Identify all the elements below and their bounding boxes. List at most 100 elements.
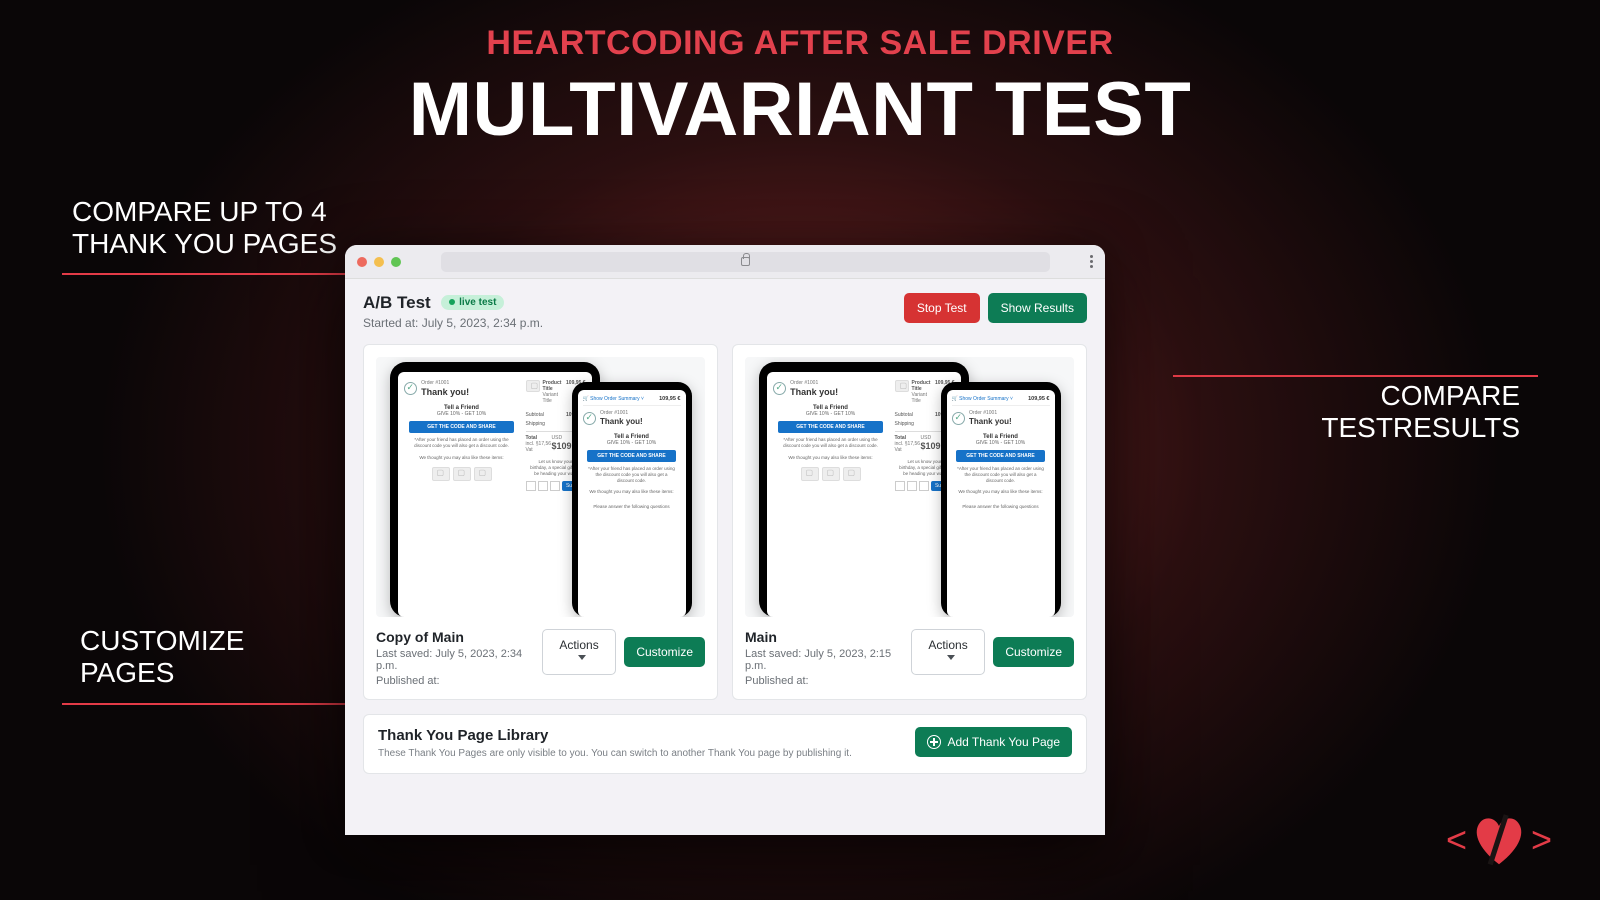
thank-you-heading: Thank you! bbox=[969, 417, 1012, 426]
ab-test-header: A/B Test live test Started at: July 5, 2… bbox=[363, 293, 1087, 330]
tablet-mock: Order #1001 Thank you! Tell a Friend GIV… bbox=[390, 362, 600, 617]
disclaimer-text: *After your friend has placed an order u… bbox=[952, 466, 1050, 484]
shipping-label: Shipping bbox=[526, 421, 545, 427]
show-results-button[interactable]: Show Results bbox=[988, 293, 1087, 323]
variant-footer: Main Last saved: July 5, 2023, 2:15 p.m.… bbox=[745, 629, 1074, 687]
variant-name: Main bbox=[745, 629, 911, 645]
upsell-thumbs bbox=[773, 467, 889, 481]
get-code-button[interactable]: GET THE CODE AND SHARE bbox=[956, 450, 1044, 462]
image-icon bbox=[526, 380, 540, 392]
vat-text: incl. §17,56 Vat bbox=[526, 441, 552, 453]
get-code-button[interactable]: GET THE CODE AND SHARE bbox=[778, 421, 882, 433]
check-icon bbox=[583, 412, 596, 425]
upsell-heading: We thought you may also like these items… bbox=[952, 489, 1050, 495]
tell-friend-sub: GIVE 10% - GET 10% bbox=[773, 411, 889, 417]
variant-card: Order #1001 Thank you! Tell a Friend GIV… bbox=[732, 344, 1087, 700]
variant-published: Published at: bbox=[745, 675, 911, 687]
chevron-down-icon bbox=[578, 655, 586, 664]
variant-name: Copy of Main bbox=[376, 629, 542, 645]
summary-price: 109,95 € bbox=[659, 396, 680, 402]
product-title: Product Title bbox=[543, 380, 562, 392]
date-field[interactable] bbox=[907, 481, 917, 491]
minimize-icon[interactable] bbox=[374, 257, 384, 267]
subtotal-label: Subtotal bbox=[895, 412, 913, 418]
date-field[interactable] bbox=[526, 481, 536, 491]
phone-mock: 🛒 Show Order Summary ˅ 109,95 € Order #10… bbox=[572, 382, 692, 617]
library-title: Thank You Page Library bbox=[378, 727, 852, 744]
add-thank-you-page-button[interactable]: Add Thank You Page bbox=[915, 727, 1072, 757]
actions-dropdown[interactable]: Actions bbox=[911, 629, 986, 675]
tell-friend-sub: GIVE 10% - GET 10% bbox=[404, 411, 520, 417]
chevron-down-icon bbox=[947, 655, 955, 664]
callout-customize-pages: CUSTOMIZEPAGES bbox=[80, 625, 244, 689]
get-code-button[interactable]: GET THE CODE AND SHARE bbox=[587, 450, 675, 462]
variant-saved: Last saved: July 5, 2023, 2:15 p.m. bbox=[745, 648, 911, 672]
page-library-section: Thank You Page Library These Thank You P… bbox=[363, 714, 1087, 774]
callout-line bbox=[62, 273, 367, 275]
device-preview: Order #1001 Thank you! Tell a Friend GIV… bbox=[376, 357, 705, 617]
angle-bracket-icon: > bbox=[1531, 819, 1552, 861]
upsell-thumbs bbox=[404, 467, 520, 481]
customize-button[interactable]: Customize bbox=[624, 637, 705, 667]
browser-window: A/B Test live test Started at: July 5, 2… bbox=[345, 245, 1105, 835]
check-icon bbox=[404, 382, 417, 395]
heartcoding-logo: < > bbox=[1446, 814, 1552, 866]
actions-dropdown[interactable]: Actions bbox=[542, 629, 617, 675]
date-field[interactable] bbox=[550, 481, 560, 491]
kebab-menu-icon[interactable] bbox=[1090, 255, 1093, 268]
angle-bracket-icon: < bbox=[1446, 819, 1467, 861]
upsell-heading: We thought you may also like these items… bbox=[404, 455, 520, 461]
subtotal-label: Subtotal bbox=[526, 412, 544, 418]
image-icon bbox=[895, 380, 909, 392]
disclaimer-text: *After your friend has placed an order u… bbox=[404, 437, 520, 449]
survey-heading: Please answer the following questions bbox=[952, 504, 1050, 510]
upsell-heading: We thought you may also like these items… bbox=[583, 489, 681, 495]
close-icon[interactable] bbox=[357, 257, 367, 267]
disclaimer-text: *After your friend has placed an order u… bbox=[583, 466, 681, 484]
date-field[interactable] bbox=[919, 481, 929, 491]
cart-icon[interactable]: 🛒 Show Order Summary ˅ bbox=[583, 396, 644, 402]
variant-title: Variant Title bbox=[912, 392, 933, 404]
stop-test-button[interactable]: Stop Test bbox=[904, 293, 980, 323]
variants-grid: Order #1001 Thank you! Tell a Friend GIV… bbox=[363, 344, 1087, 700]
variant-card: Order #1001 Thank you! Tell a Friend GIV… bbox=[363, 344, 718, 700]
order-number: Order #1001 bbox=[790, 380, 838, 386]
hero-subtitle: HEARTCODING AFTER SALE DRIVER bbox=[0, 24, 1600, 63]
order-number: Order #1001 bbox=[421, 380, 469, 386]
cart-icon[interactable]: 🛒 Show Order Summary ˅ bbox=[952, 396, 1013, 402]
vat-text: incl. §17,56 Vat bbox=[895, 441, 921, 453]
callout-line bbox=[1173, 375, 1538, 377]
product-title: Product Title bbox=[912, 380, 931, 392]
date-field[interactable] bbox=[538, 481, 548, 491]
customize-button[interactable]: Customize bbox=[993, 637, 1074, 667]
zoom-icon[interactable] bbox=[391, 257, 401, 267]
tablet-mock: Order #1001 Thank you! Tell a Friend GIV… bbox=[759, 362, 969, 617]
variant-saved: Last saved: July 5, 2023, 2:34 p.m. bbox=[376, 648, 542, 672]
disclaimer-text: *After your friend has placed an order u… bbox=[773, 437, 889, 449]
order-number: Order #1001 bbox=[969, 410, 1012, 416]
upsell-heading: We thought you may also like these items… bbox=[773, 455, 889, 461]
survey-heading: Please answer the following questions bbox=[583, 504, 681, 510]
variant-published: Published at: bbox=[376, 675, 542, 687]
window-chrome bbox=[345, 245, 1105, 279]
date-field[interactable] bbox=[895, 481, 905, 491]
get-code-button[interactable]: GET THE CODE AND SHARE bbox=[409, 421, 513, 433]
thank-you-heading: Thank you! bbox=[790, 387, 838, 397]
library-subtitle: These Thank You Pages are only visible t… bbox=[378, 748, 852, 759]
order-number: Order #1001 bbox=[600, 410, 643, 416]
check-icon bbox=[773, 382, 786, 395]
url-bar[interactable] bbox=[441, 252, 1050, 272]
hero-title: MULTIVARIANT TEST bbox=[0, 66, 1600, 153]
plus-circle-icon bbox=[927, 735, 941, 749]
started-at-text: Started at: July 5, 2023, 2:34 p.m. bbox=[363, 316, 543, 330]
variant-footer: Copy of Main Last saved: July 5, 2023, 2… bbox=[376, 629, 705, 687]
page-title: A/B Test bbox=[363, 293, 431, 312]
variant-title: Variant Title bbox=[543, 392, 564, 404]
summary-price: 109,95 € bbox=[1028, 396, 1049, 402]
tell-friend-sub: GIVE 10% - GET 10% bbox=[952, 440, 1050, 446]
shipping-label: Shipping bbox=[895, 421, 914, 427]
phone-mock: 🛒 Show Order Summary ˅ 109,95 € Order #10… bbox=[941, 382, 1061, 617]
traffic-lights bbox=[357, 257, 401, 267]
thank-you-heading: Thank you! bbox=[421, 387, 469, 397]
callout-compare-pages: COMPARE UP TO 4THANK YOU PAGES bbox=[72, 196, 337, 260]
